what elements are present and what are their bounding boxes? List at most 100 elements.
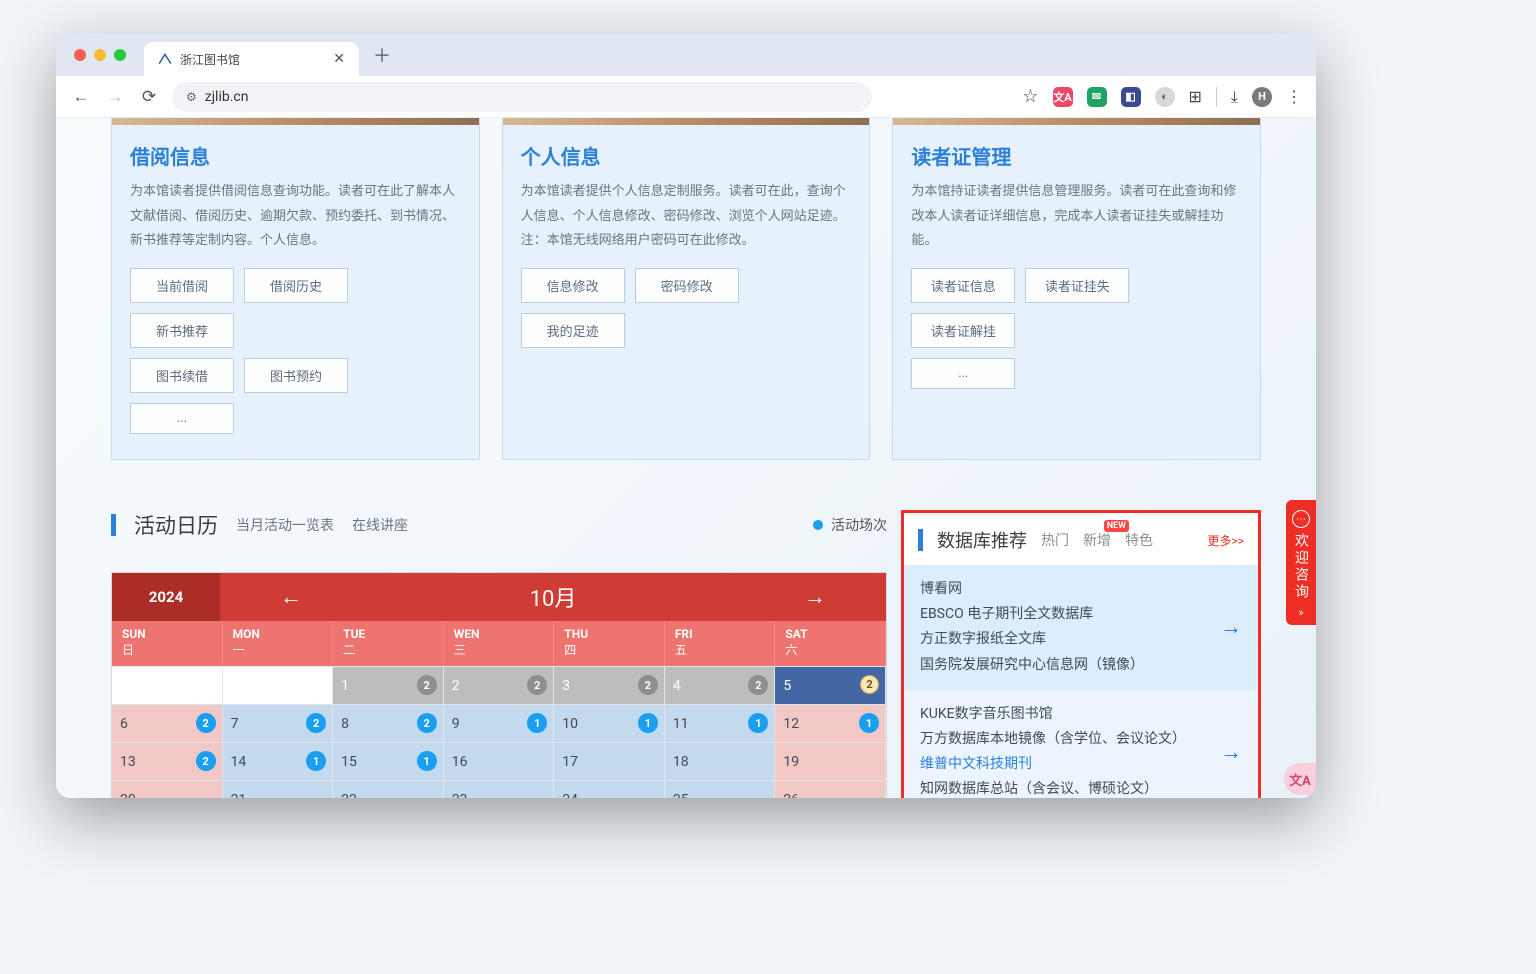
db-item[interactable]: 博看网 xyxy=(920,577,1242,602)
calendar-cell[interactable]: 17 xyxy=(554,742,665,780)
card-title: 借阅信息 xyxy=(130,141,461,170)
download-icon[interactable]: ⤓ xyxy=(1231,87,1238,107)
calendar-cell[interactable]: 62 xyxy=(112,704,223,742)
page-content: 借阅信息为本馆读者提供借阅信息查询功能。读者可在此了解本人文献借阅、借阅历史、逾… xyxy=(56,118,1316,798)
url-input[interactable]: ⚙ zjlib.cn xyxy=(172,82,872,112)
card-button[interactable]: 我的足迹 xyxy=(521,313,625,348)
calendar-cell[interactable]: 18 xyxy=(665,742,776,780)
day-number: 10 xyxy=(562,716,578,732)
db-item[interactable]: KUKE数字音乐图书馆 xyxy=(920,702,1242,727)
calendar-cell[interactable]: 151 xyxy=(333,742,444,780)
calendar-cell[interactable]: 52 xyxy=(775,666,886,704)
event-count-badge: 2 xyxy=(417,675,437,695)
block-arrow-icon[interactable]: → xyxy=(1220,739,1242,765)
consult-float-button[interactable]: ⋯ 欢迎咨询 » xyxy=(1286,500,1316,625)
browser-tab[interactable]: 浙江图书馆 ✕ xyxy=(144,42,359,76)
calendar-cell[interactable]: 26 xyxy=(775,780,886,798)
calendar-cell[interactable]: 32 xyxy=(554,666,665,704)
calendar-cell[interactable]: 121 xyxy=(775,704,886,742)
calendar-cell[interactable]: 141 xyxy=(223,742,334,780)
day-number: 5 xyxy=(783,678,791,694)
forward-button[interactable]: → xyxy=(104,87,126,107)
card-button[interactable]: 新书推荐 xyxy=(130,313,234,348)
extensions-menu-icon[interactable]: ⊞ xyxy=(1189,87,1202,106)
db-item[interactable]: 知网数据库总站（含会议、博硕论文） xyxy=(920,777,1242,798)
calendar-cell[interactable]: 12 xyxy=(333,666,444,704)
day-number: 4 xyxy=(673,678,681,694)
card-button[interactable]: 图书预约 xyxy=(244,358,348,393)
extension-globe-icon[interactable]: ◐ xyxy=(1155,87,1175,107)
next-month-button[interactable]: → xyxy=(804,584,826,610)
db-tab-special[interactable]: 特色 xyxy=(1125,530,1153,550)
extension-translate-icon[interactable]: 文A xyxy=(1053,87,1073,107)
block-arrow-icon[interactable]: → xyxy=(1220,614,1242,640)
card-button[interactable]: ... xyxy=(911,358,1015,389)
card-button[interactable]: 密码修改 xyxy=(635,268,739,303)
card-button[interactable]: 图书续借 xyxy=(130,358,234,393)
event-count-badge: 2 xyxy=(196,713,216,733)
card-button[interactable]: 读者证信息 xyxy=(911,268,1015,303)
db-item[interactable]: 万方数据库本地镜像（含学位、会议论文） xyxy=(920,727,1242,752)
online-lecture-link[interactable]: 在线讲座 xyxy=(352,515,408,535)
kebab-menu-icon[interactable]: ⋮ xyxy=(1286,87,1302,106)
db-more-link[interactable]: 更多>> xyxy=(1207,532,1244,549)
calendar-cell[interactable]: 101 xyxy=(554,704,665,742)
profile-avatar[interactable]: H xyxy=(1252,87,1272,107)
day-number: 22 xyxy=(341,792,357,798)
address-bar: ← → ⟳ ⚙ zjlib.cn ☆ 文A ✉ ◧ ◐ ⊞ ⤓ H ⋮ xyxy=(56,76,1316,118)
prev-month-button[interactable]: ← xyxy=(280,584,302,610)
button-row: 图书续借图书预约... xyxy=(130,358,461,434)
calendar-cell[interactable]: 111 xyxy=(665,704,776,742)
db-item[interactable]: 维普中文科技期刊 xyxy=(920,752,1242,777)
card-button[interactable]: 信息修改 xyxy=(521,268,625,303)
card-button[interactable]: 当前借阅 xyxy=(130,268,234,303)
dow-cell: MON一 xyxy=(223,621,334,666)
extension-mail-icon[interactable]: ✉ xyxy=(1087,87,1107,107)
db-block: 博看网EBSCO 电子期刊全文数据库方正数字报纸全文库国务院发展研究中心信息网（… xyxy=(904,565,1258,690)
calendar-cell[interactable]: 91 xyxy=(444,704,555,742)
info-card: 借阅信息为本馆读者提供借阅信息查询功能。读者可在此了解本人文献借阅、借阅历史、逾… xyxy=(111,118,480,460)
calendar-cell[interactable]: 42 xyxy=(665,666,776,704)
section-header: 活动日历 当月活动一览表 在线讲座 活动场次 xyxy=(111,510,887,540)
calendar-cell[interactable]: 25 xyxy=(665,780,776,798)
calendar-cell[interactable]: 82 xyxy=(333,704,444,742)
site-settings-icon[interactable]: ⚙ xyxy=(186,90,197,104)
back-button[interactable]: ← xyxy=(70,87,92,107)
db-item[interactable]: 国务院发展研究中心信息网（镜像） xyxy=(920,653,1242,678)
window-close[interactable] xyxy=(74,49,86,61)
calendar-cell[interactable]: 24 xyxy=(554,780,665,798)
calendar-cell[interactable]: 22 xyxy=(333,780,444,798)
card-description: 为本馆读者提供借阅信息查询功能。读者可在此了解本人文献借阅、借阅历史、逾期欠款、… xyxy=(130,180,461,254)
new-tab-button[interactable]: ＋ xyxy=(373,42,391,68)
reload-button[interactable]: ⟳ xyxy=(138,87,160,107)
db-tab-new[interactable]: 新增 NEW xyxy=(1083,530,1111,550)
calendar-cell[interactable]: 16 xyxy=(444,742,555,780)
tab-close-icon[interactable]: ✕ xyxy=(333,51,345,67)
calendar-cell[interactable]: 20 xyxy=(112,780,223,798)
month-list-link[interactable]: 当月活动一览表 xyxy=(236,515,334,535)
db-item[interactable]: 方正数字报纸全文库 xyxy=(920,627,1242,652)
db-item[interactable]: EBSCO 电子期刊全文数据库 xyxy=(920,602,1242,627)
window-maximize[interactable] xyxy=(114,49,126,61)
calendar-cell[interactable]: 132 xyxy=(112,742,223,780)
translate-float-button[interactable]: 文A xyxy=(1284,763,1316,795)
bookmark-star-icon[interactable]: ☆ xyxy=(1022,86,1038,107)
card-button[interactable]: 读者证挂失 xyxy=(1025,268,1129,303)
extension-app-icon[interactable]: ◧ xyxy=(1121,87,1141,107)
calendar-cell[interactable]: 19 xyxy=(775,742,886,780)
calendar-year: 2024 xyxy=(112,573,220,621)
calendar-cell[interactable]: 23 xyxy=(444,780,555,798)
db-tab-hot[interactable]: 热门 xyxy=(1041,530,1069,550)
calendar-cell[interactable]: 72 xyxy=(223,704,334,742)
card-button[interactable]: 借阅历史 xyxy=(244,268,348,303)
window-minimize[interactable] xyxy=(94,49,106,61)
calendar-grid: 1222324252627282911011111211321411511617… xyxy=(112,666,886,798)
legend-label: 活动场次 xyxy=(831,515,887,535)
calendar-cell[interactable]: 22 xyxy=(444,666,555,704)
calendar-cell[interactable]: 21 xyxy=(223,780,334,798)
info-card: 个人信息为本馆读者提供个人信息定制服务。读者可在此，查询个人信息、个人信息修改、… xyxy=(502,118,871,460)
card-description: 为本馆读者提供个人信息定制服务。读者可在此，查询个人信息、个人信息修改、密码修改… xyxy=(521,180,852,254)
day-number: 16 xyxy=(452,754,468,770)
card-button[interactable]: ... xyxy=(130,403,234,434)
card-button[interactable]: 读者证解挂 xyxy=(911,313,1015,348)
